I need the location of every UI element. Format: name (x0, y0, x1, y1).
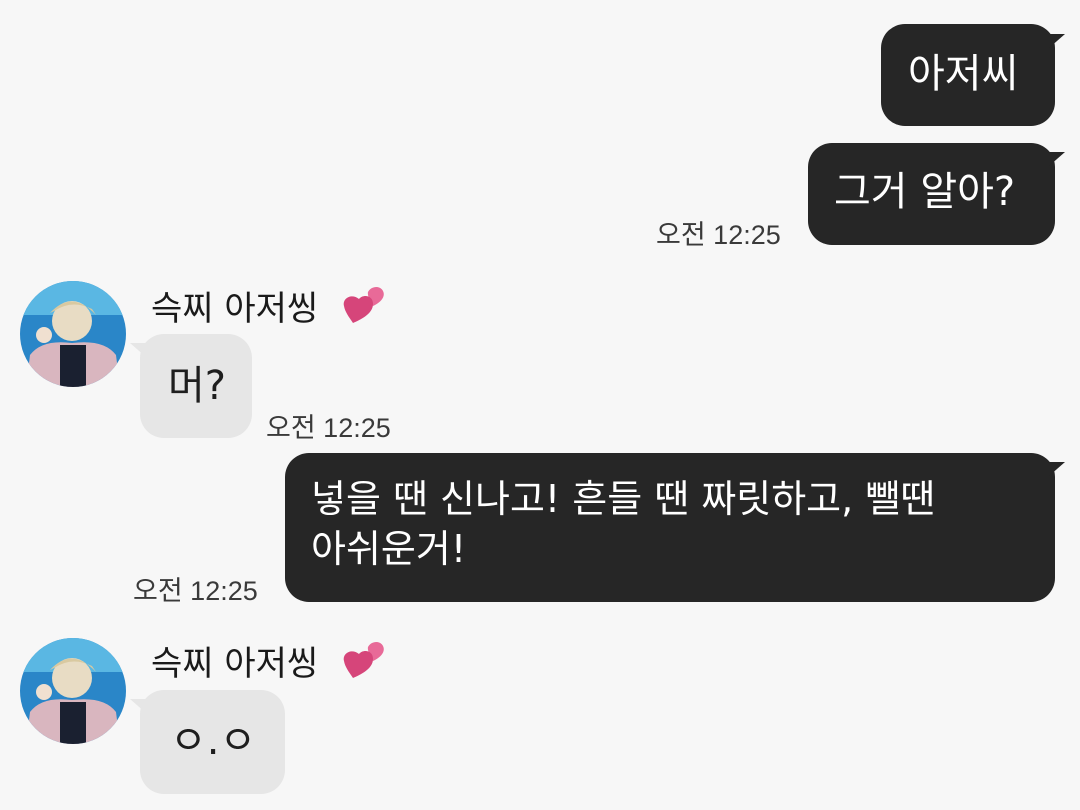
sender-name: 슥찌 아저씽 (151, 289, 319, 329)
incoming-message-bubble[interactable]: ㅇ.ㅇ (140, 690, 285, 794)
pink-heart-icon (343, 641, 384, 678)
outgoing-message-bubble[interactable]: 아저씨 (881, 24, 1055, 126)
message-text: 아저씨 (908, 51, 1019, 97)
contact-avatar[interactable] (20, 638, 126, 744)
message-text: ㅇ.ㅇ (170, 718, 257, 764)
message-timestamp: 오전 12:25 (133, 576, 258, 606)
pink-heart-icon (343, 286, 384, 323)
message-text: 머? (168, 363, 227, 409)
bubble-tail (130, 343, 146, 357)
incoming-message-bubble[interactable]: 머? (140, 334, 252, 438)
contact-avatar[interactable] (20, 281, 126, 387)
message-text: 그거 알아? (834, 169, 1016, 215)
bubble-tail (1049, 462, 1065, 476)
outgoing-message-bubble[interactable]: 그거 알아? (808, 143, 1055, 245)
bubble-tail (130, 699, 146, 713)
sender-name: 슥찌 아저씽 (151, 644, 319, 684)
message-timestamp: 오전 12:25 (266, 413, 391, 443)
message-text-line: 아쉬운거! (311, 527, 467, 571)
bubble-tail (1049, 34, 1065, 48)
bubble-tail (1049, 152, 1065, 166)
message-timestamp: 오전 12:25 (656, 220, 781, 250)
message-text-line: 넣을 땐 신나고! 흔들 땐 짜릿하고, 뺄땐 (311, 477, 936, 521)
outgoing-message-bubble[interactable]: 넣을 땐 신나고! 흔들 땐 짜릿하고, 뺄땐 아쉬운거! (285, 453, 1055, 602)
